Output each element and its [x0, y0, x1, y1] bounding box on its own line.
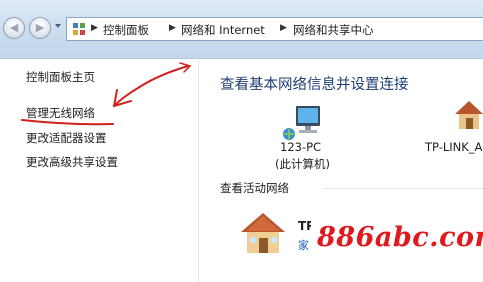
watermark: 886abc.com [317, 222, 483, 253]
breadcrumb-control-panel[interactable]: 控制面板 [103, 22, 149, 38]
back-arrow-icon: ◀ [9, 21, 19, 34]
breadcrumb-network-internet[interactable]: 网络和 Internet [181, 22, 265, 38]
computer-icon[interactable] [282, 104, 324, 142]
sidebar-item-advanced-sharing[interactable]: 更改高级共享设置 [26, 154, 118, 170]
house-icon[interactable] [452, 98, 483, 132]
network-type-link[interactable]: 家 [298, 237, 309, 253]
computer-subtitle: (此计算机) [275, 157, 330, 171]
divider [324, 188, 483, 189]
active-networks-heading: 查看活动网络 [220, 181, 289, 195]
address-bar[interactable]: ▶ 控制面板 ▶ 网络和 Internet ▶ 网络和共享中心 [66, 17, 483, 41]
breadcrumb-sharing-center[interactable]: 网络和共享中心 [293, 22, 374, 38]
forward-arrow-icon: ▶ [35, 21, 45, 34]
computer-name: 123-PC [280, 140, 322, 154]
recent-pages-dropdown[interactable] [55, 24, 61, 28]
sidebar-item-manage-wireless[interactable]: 管理无线网络 [26, 105, 95, 121]
page-title: 查看基本网络信息并设置连接 [220, 77, 409, 93]
sidebar-item-control-panel-home[interactable]: 控制面板主页 [26, 69, 95, 85]
navigation-bar: ◀ ▶ ▶ 控制面板 ▶ 网络和 Internet ▶ 网络和共享中心 [0, 0, 483, 59]
house-icon [241, 213, 285, 253]
breadcrumb-separator-icon[interactable]: ▶ [169, 23, 176, 33]
breadcrumb-separator-icon[interactable]: ▶ [91, 23, 98, 33]
task-pane [0, 59, 198, 282]
router-name: TP-LINK_A [425, 140, 483, 154]
sidebar-item-adapter-settings[interactable]: 更改适配器设置 [26, 130, 107, 146]
forward-button[interactable]: ▶ [29, 17, 51, 39]
breadcrumb-separator-icon[interactable]: ▶ [280, 23, 287, 33]
control-panel-icon [73, 23, 86, 35]
back-button[interactable]: ◀ [3, 17, 25, 39]
